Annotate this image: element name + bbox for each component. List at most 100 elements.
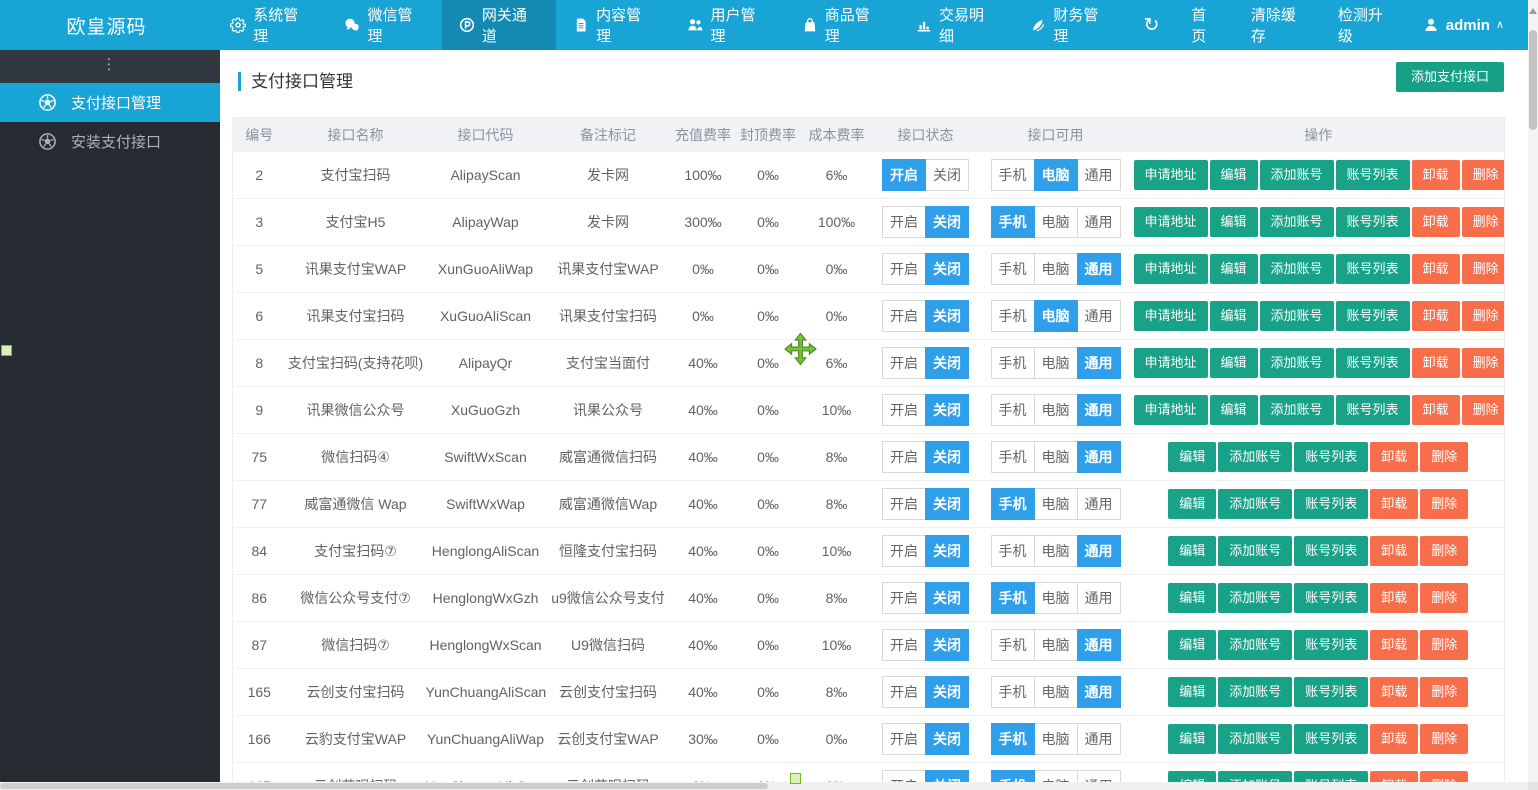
status-toggle-closed-button[interactable]: 关闭 [925,723,969,755]
account-list-button[interactable]: 账号列表 [1294,536,1368,566]
nav-link-1[interactable]: 首页 [1175,0,1234,50]
nav-item-5[interactable]: 用户管理 [670,0,784,50]
status-toggle-closed-button[interactable]: 关闭 [925,535,969,567]
sidebar-item-1[interactable]: 支付接口管理 [0,83,220,122]
apply-address-button[interactable]: 申请地址 [1134,254,1208,284]
nav-item-2[interactable]: 微信管理 [327,0,441,50]
add-account-button[interactable]: 添加账号 [1218,489,1292,519]
nav-item-1[interactable]: 系统管理 [213,0,327,50]
account-list-button[interactable]: 账号列表 [1336,207,1410,237]
availability-toggle-mobile-button[interactable]: 手机 [991,535,1035,567]
edit-button[interactable]: 编辑 [1168,442,1216,472]
edit-button[interactable]: 编辑 [1210,348,1258,378]
user-menu[interactable]: admin ∧ [1409,0,1518,50]
edit-button[interactable]: 编辑 [1210,207,1258,237]
nav-item-8[interactable]: 财务管理 [1013,0,1127,50]
edit-button[interactable]: 编辑 [1168,536,1216,566]
availability-toggle-all-button[interactable]: 通用 [1077,394,1121,426]
status-toggle-closed-button[interactable]: 关闭 [925,347,969,379]
availability-toggle-mobile-button[interactable]: 手机 [991,629,1035,661]
account-list-button[interactable]: 账号列表 [1336,301,1410,331]
availability-toggle-all-button[interactable]: 通用 [1077,723,1121,755]
apply-address-button[interactable]: 申请地址 [1134,395,1208,425]
status-toggle-open-button[interactable]: 开启 [882,159,926,191]
account-list-button[interactable]: 账号列表 [1294,442,1368,472]
availability-toggle-all-button[interactable]: 通用 [1077,488,1121,520]
add-account-button[interactable]: 添加账号 [1218,630,1292,660]
apply-address-button[interactable]: 申请地址 [1134,207,1208,237]
delete-button[interactable]: 删除 [1420,442,1468,472]
availability-toggle-pc-button[interactable]: 电脑 [1034,253,1078,285]
horizontal-scrollbar-thumb[interactable] [0,783,768,789]
uninstall-button[interactable]: 卸载 [1370,442,1418,472]
status-toggle-closed-button[interactable]: 关闭 [925,206,969,238]
availability-toggle-pc-button[interactable]: 电脑 [1034,441,1078,473]
status-toggle-closed-button[interactable]: 关闭 [925,582,969,614]
uninstall-button[interactable]: 卸载 [1412,207,1460,237]
status-toggle-closed-button[interactable]: 关闭 [925,441,969,473]
status-toggle-open-button[interactable]: 开启 [882,535,926,567]
status-toggle-open-button[interactable]: 开启 [882,253,926,285]
availability-toggle-pc-button[interactable]: 电脑 [1034,159,1078,191]
availability-toggle-mobile-button[interactable]: 手机 [991,723,1035,755]
vertical-scrollbar-thumb[interactable] [1529,30,1537,130]
edit-button[interactable]: 编辑 [1168,489,1216,519]
apply-address-button[interactable]: 申请地址 [1134,160,1208,190]
uninstall-button[interactable]: 卸载 [1412,348,1460,378]
availability-toggle-all-button[interactable]: 通用 [1077,300,1121,332]
account-list-button[interactable]: 账号列表 [1294,583,1368,613]
nav-link-3[interactable]: 检测升级 [1322,0,1409,50]
uninstall-button[interactable]: 卸载 [1370,583,1418,613]
uninstall-button[interactable]: 卸载 [1370,724,1418,754]
status-toggle-open-button[interactable]: 开启 [882,629,926,661]
uninstall-button[interactable]: 卸载 [1412,301,1460,331]
edit-button[interactable]: 编辑 [1210,395,1258,425]
status-toggle-open-button[interactable]: 开启 [882,676,926,708]
add-account-button[interactable]: 添加账号 [1260,395,1334,425]
account-list-button[interactable]: 账号列表 [1294,489,1368,519]
delete-button[interactable]: 删除 [1462,160,1505,190]
add-account-button[interactable]: 添加账号 [1260,301,1334,331]
availability-toggle-all-button[interactable]: 通用 [1077,535,1121,567]
availability-toggle-pc-button[interactable]: 电脑 [1034,394,1078,426]
status-toggle-open-button[interactable]: 开启 [882,394,926,426]
horizontal-scrollbar[interactable] [0,782,1528,790]
availability-toggle-pc-button[interactable]: 电脑 [1034,629,1078,661]
edit-button[interactable]: 编辑 [1168,630,1216,660]
status-toggle-open-button[interactable]: 开启 [882,582,926,614]
apply-address-button[interactable]: 申请地址 [1134,301,1208,331]
delete-button[interactable]: 删除 [1462,395,1505,425]
status-toggle-open-button[interactable]: 开启 [882,723,926,755]
availability-toggle-all-button[interactable]: 通用 [1077,253,1121,285]
add-account-button[interactable]: 添加账号 [1218,677,1292,707]
account-list-button[interactable]: 账号列表 [1294,724,1368,754]
availability-toggle-pc-button[interactable]: 电脑 [1034,582,1078,614]
availability-toggle-all-button[interactable]: 通用 [1077,206,1121,238]
edit-button[interactable]: 编辑 [1210,160,1258,190]
availability-toggle-mobile-button[interactable]: 手机 [991,488,1035,520]
delete-button[interactable]: 删除 [1420,724,1468,754]
nav-item-4[interactable]: 内容管理 [556,0,670,50]
account-list-button[interactable]: 账号列表 [1336,348,1410,378]
availability-toggle-pc-button[interactable]: 电脑 [1034,723,1078,755]
availability-toggle-mobile-button[interactable]: 手机 [991,347,1035,379]
delete-button[interactable]: 删除 [1420,630,1468,660]
account-list-button[interactable]: 账号列表 [1336,254,1410,284]
refresh-icon[interactable]: ↻ [1127,0,1175,50]
add-account-button[interactable]: 添加账号 [1260,160,1334,190]
edit-button[interactable]: 编辑 [1210,301,1258,331]
add-account-button[interactable]: 添加账号 [1218,724,1292,754]
uninstall-button[interactable]: 卸载 [1370,536,1418,566]
uninstall-button[interactable]: 卸载 [1412,254,1460,284]
add-account-button[interactable]: 添加账号 [1260,254,1334,284]
uninstall-button[interactable]: 卸载 [1370,677,1418,707]
availability-toggle-pc-button[interactable]: 电脑 [1034,676,1078,708]
availability-toggle-pc-button[interactable]: 电脑 [1034,206,1078,238]
nav-item-6[interactable]: 商品管理 [785,0,899,50]
sidebar-collapse-toggle[interactable]: ⋮ [0,50,220,83]
delete-button[interactable]: 删除 [1462,301,1505,331]
availability-toggle-pc-button[interactable]: 电脑 [1034,300,1078,332]
availability-toggle-pc-button[interactable]: 电脑 [1034,488,1078,520]
availability-toggle-all-button[interactable]: 通用 [1077,347,1121,379]
delete-button[interactable]: 删除 [1420,583,1468,613]
